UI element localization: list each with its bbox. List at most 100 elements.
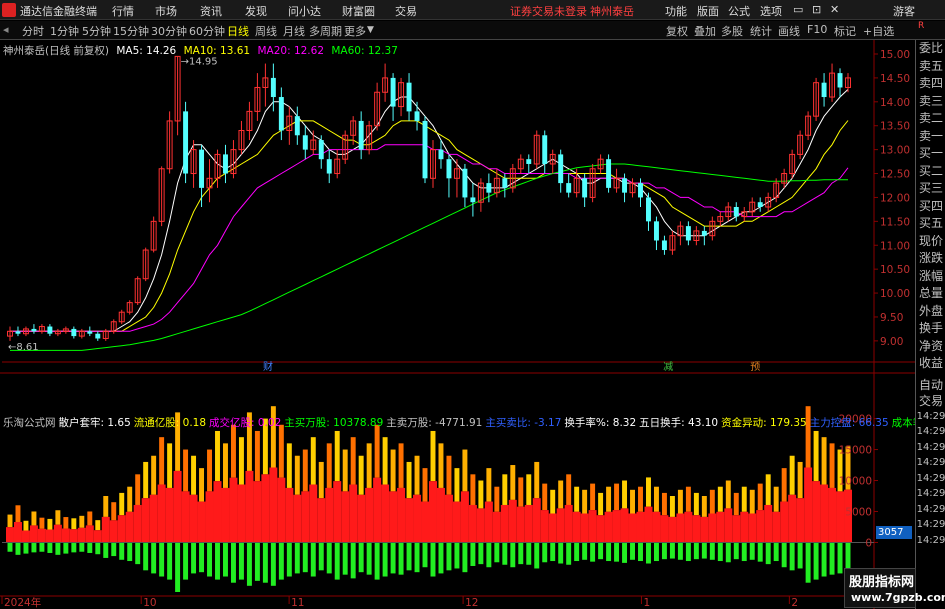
multi-stock-button[interactable]: 多股 (721, 23, 743, 39)
menu-community[interactable]: 财富圈 (342, 3, 375, 19)
buy-volume-bar (773, 486, 779, 512)
period-tab-more[interactable]: 更多 (344, 23, 366, 39)
quote-row-label[interactable]: 买五 (916, 215, 945, 233)
menu-quotes[interactable]: 行情 (112, 3, 134, 19)
buy-volume-base (500, 504, 509, 543)
buy-volume-base (652, 511, 661, 543)
buy-volume-base (261, 474, 270, 543)
kline-svg[interactable]: 15.00 14.50 14.00 13.50 13.00 12.50 12.00 11.50… (0, 40, 915, 609)
menu-formula[interactable]: 公式 (728, 3, 750, 19)
r-badge: R (918, 21, 925, 31)
quote-row-label[interactable]: 卖五 (916, 58, 945, 76)
quote-row-label[interactable]: 外盘 (916, 303, 945, 321)
trade-panel-label[interactable]: 自动 (916, 377, 945, 393)
period-tab-multi[interactable]: 多周期 (309, 23, 342, 39)
more-dropdown-icon[interactable]: ▼ (367, 25, 374, 35)
sell-volume-bar (95, 542, 101, 555)
candle-body (278, 97, 284, 131)
quote-row-label[interactable]: 买四 (916, 198, 945, 216)
menu-assistant[interactable]: 问小达 (288, 3, 321, 19)
quote-row-label[interactable]: 卖三 (916, 93, 945, 111)
quote-row-label[interactable]: 卖一 (916, 128, 945, 146)
minimize-icon[interactable]: ▭ (793, 3, 803, 16)
trade-panel-label[interactable]: 交易 (916, 393, 945, 409)
period-tab-5min[interactable]: 5分钟 (82, 23, 111, 39)
buy-volume-base (253, 481, 262, 543)
sell-volume-bar (230, 542, 236, 583)
buy-volume-base (245, 470, 254, 543)
period-tab-monthly[interactable]: 月线 (283, 23, 305, 39)
overlay-button[interactable]: 叠加 (694, 23, 716, 39)
quote-row-label[interactable]: 收益 (916, 355, 945, 373)
guest-label[interactable]: 游客 (893, 3, 915, 19)
menu-options[interactable]: 选项 (760, 3, 782, 19)
buy-volume-bar (669, 496, 675, 517)
quote-row-label[interactable]: 涨幅 (916, 268, 945, 286)
draw-line-button[interactable]: 画线 (778, 23, 800, 39)
buy-volume-bar (79, 515, 85, 528)
buy-volume-base (309, 484, 318, 543)
adjust-button[interactable]: 复权 (666, 23, 688, 39)
menu-trade[interactable]: 交易 (395, 3, 417, 19)
buy-volume-base (708, 513, 717, 543)
menu-market[interactable]: 市场 (155, 3, 177, 19)
menu-discover[interactable]: 发现 (245, 3, 267, 19)
buy-volume-base (181, 491, 190, 543)
login-status[interactable]: 证券交易未登录 (510, 3, 587, 19)
quote-row-label[interactable]: 卖二 (916, 110, 945, 128)
buy-volume-bar (15, 505, 21, 523)
period-tab-1min[interactable]: 1分钟 (50, 23, 79, 39)
quote-row-label[interactable]: 净资 (916, 338, 945, 356)
buy-volume-bar (230, 424, 236, 478)
quote-row-label[interactable]: 现价 (916, 233, 945, 251)
candle-body (87, 331, 93, 334)
mark-button[interactable]: 标记 (834, 23, 856, 39)
chart-area[interactable]: 15.00 14.50 14.00 13.50 13.00 12.50 12.00 11.50… (0, 40, 945, 609)
close-icon[interactable]: ✕ (830, 3, 839, 16)
buy-volume-bar (733, 492, 739, 516)
menu-function[interactable]: 功能 (665, 3, 687, 19)
buy-volume-bar (191, 455, 197, 495)
candle-body (837, 73, 843, 88)
sell-volume-bar (829, 542, 835, 575)
sell-volume-bar (39, 542, 45, 552)
sell-volume-bar (757, 542, 763, 562)
quote-row-label[interactable]: 买一 (916, 145, 945, 163)
menu-layout[interactable]: 版面 (697, 3, 719, 19)
quote-row-label[interactable]: 委比 (916, 40, 945, 58)
buy-volume-bar (215, 430, 220, 482)
indicator-legend: 乐淘公式网 散户套牢: 1.65 流通亿股: 0.18 成交亿股: 0.02 主买万股:… (3, 415, 945, 430)
buy-volume-bar (398, 443, 404, 488)
sell-volume-bar (773, 542, 779, 562)
add-watchlist-button[interactable]: +自选 (863, 23, 894, 39)
period-tab-intraday[interactable]: 分时 (22, 23, 44, 39)
period-tab-60min[interactable]: 60分钟 (189, 23, 225, 39)
buy-volume-bar (119, 492, 125, 516)
buy-volume-base (684, 511, 693, 543)
back-icon[interactable]: ◂ (3, 23, 9, 36)
quote-row-label[interactable]: 涨跌 (916, 250, 945, 268)
tick-time: 14:29 (916, 410, 945, 422)
buy-volume-base (397, 487, 406, 543)
buy-volume-base (668, 516, 677, 543)
quote-row-label[interactable]: 买三 (916, 180, 945, 198)
quote-row-label[interactable]: 总量 (916, 285, 945, 303)
period-tab-30min[interactable]: 30分钟 (151, 23, 187, 39)
buy-volume-base (804, 467, 813, 543)
period-toolbar: ◂ 分时 1分钟 5分钟 15分钟 30分钟 60分钟 日线 周线 月线 多周期… (0, 21, 945, 40)
quote-row-label[interactable]: 卖四 (916, 75, 945, 93)
statistics-button[interactable]: 统计 (750, 23, 772, 39)
restore-icon[interactable]: ⊡ (812, 3, 821, 16)
sell-volume-bar (151, 542, 157, 574)
sell-volume-bar (15, 542, 21, 555)
period-tab-daily[interactable]: 日线 (227, 23, 249, 39)
indicator-field: 主卖万股: -4771.91 (386, 417, 483, 429)
period-tab-15min[interactable]: 15分钟 (113, 23, 149, 39)
f10-button[interactable]: F10 (807, 23, 827, 36)
quote-row-label[interactable]: 换手 (916, 320, 945, 338)
quote-row-label[interactable]: 买二 (916, 163, 945, 181)
period-tab-weekly[interactable]: 周线 (255, 23, 277, 39)
buy-volume-base (436, 487, 445, 543)
menu-news[interactable]: 资讯 (200, 3, 222, 19)
buy-volume-bar (310, 437, 316, 485)
